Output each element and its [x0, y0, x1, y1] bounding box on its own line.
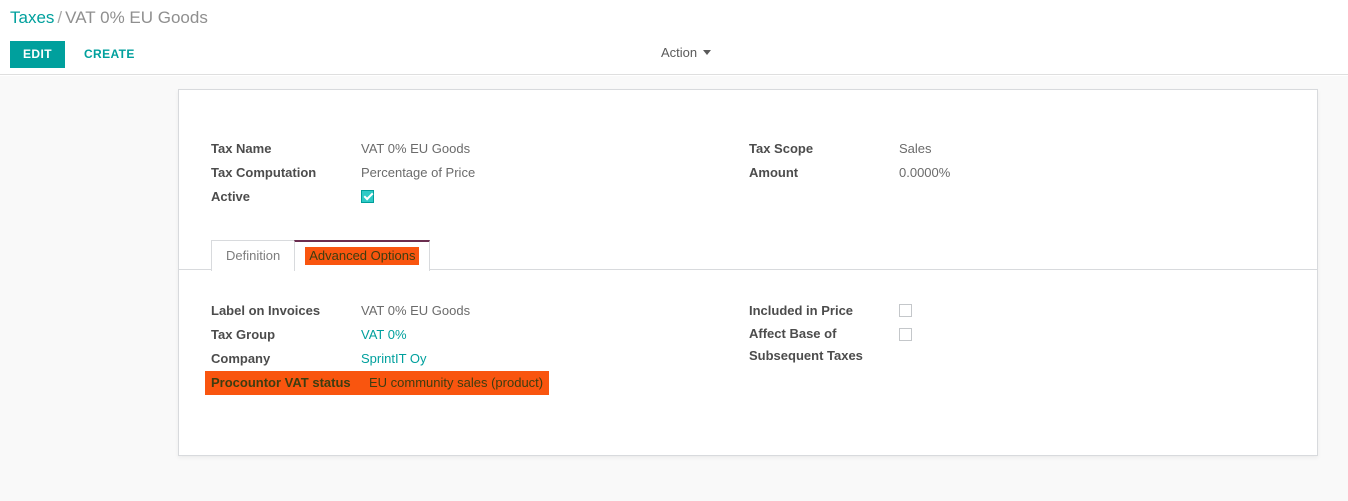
- field-tax-computation: Tax Computation Percentage of Price: [211, 161, 731, 185]
- field-label: Company: [211, 351, 271, 366]
- field-active: Active: [211, 185, 731, 209]
- field-tax-scope: Tax Scope Sales: [749, 137, 1269, 161]
- action-dropdown[interactable]: Action: [661, 45, 712, 60]
- field-label-on-invoices: Label on Invoices VAT 0% EU Goods: [211, 299, 731, 323]
- field-value: [899, 323, 912, 347]
- field-tax-group: Tax Group VAT 0%: [211, 323, 731, 347]
- control-panel: Taxes / VAT 0% EU Goods EDIT CREATE Action: [0, 0, 1348, 75]
- field-label: Amount: [749, 165, 799, 180]
- field-column-right: Tax Scope Sales Amount 0.0000%: [749, 137, 1269, 185]
- field-company: Company SprintIT Oy: [211, 347, 731, 371]
- field-label: Label on Invoices: [211, 303, 321, 318]
- field-affect-base-of-subsequent-taxes: Affect Base of Subsequent Taxes: [749, 323, 1269, 367]
- field-label: Procountor VAT status: [205, 371, 361, 395]
- breadcrumb-current: VAT 0% EU Goods: [65, 8, 208, 27]
- field-value[interactable]: Sales: [899, 137, 932, 161]
- field-label: Affect Base of Subsequent Taxes: [749, 326, 863, 363]
- active-checkbox[interactable]: [361, 190, 374, 203]
- field-label: Included in Price: [749, 303, 854, 318]
- notebook: Definition Advanced Options: [179, 240, 1317, 271]
- field-label: Tax Scope: [749, 141, 814, 156]
- field-column-right-advanced: Included in Price Affect Base of Subsequ…: [749, 299, 1269, 367]
- field-value[interactable]: VAT 0% EU Goods: [361, 299, 470, 323]
- tab-definition[interactable]: Definition: [211, 240, 296, 271]
- field-value[interactable]: VAT 0% EU Goods: [361, 137, 470, 161]
- highlight-gap: [361, 371, 369, 395]
- chevron-down-icon: [703, 50, 712, 55]
- field-value[interactable]: Percentage of Price: [361, 161, 475, 185]
- tab-strip: Definition Advanced Options: [211, 240, 431, 271]
- breadcrumb-separator: /: [57, 8, 63, 27]
- field-label: Active: [211, 189, 251, 204]
- create-button[interactable]: CREATE: [72, 41, 147, 68]
- field-label: Tax Name: [211, 141, 272, 156]
- field-included-in-price: Included in Price: [749, 299, 1269, 323]
- field-tax-name: Tax Name VAT 0% EU Goods: [211, 137, 731, 161]
- tab-advanced-options[interactable]: Advanced Options: [294, 240, 431, 271]
- action-dropdown-label: Action: [661, 45, 698, 60]
- field-value-link[interactable]: SprintIT Oy: [361, 347, 427, 371]
- field-column-left: Tax Name VAT 0% EU Goods Tax Computation…: [211, 137, 731, 209]
- field-value: [361, 185, 374, 209]
- affect-base-checkbox[interactable]: [899, 328, 912, 341]
- field-column-left-advanced: Label on Invoices VAT 0% EU Goods Tax Gr…: [205, 299, 731, 395]
- field-amount: Amount 0.0000%: [749, 161, 1269, 185]
- field-value[interactable]: EU community sales (product): [369, 371, 550, 395]
- field-value[interactable]: 0.0000%: [899, 161, 950, 185]
- record-sheet: Tax Name VAT 0% EU Goods Tax Computation…: [178, 89, 1318, 456]
- action-button-row: EDIT CREATE: [10, 41, 147, 68]
- field-procountor-vat-status: Procountor VAT status EU community sales…: [205, 371, 731, 395]
- breadcrumb-parent-link[interactable]: Taxes: [10, 8, 54, 27]
- field-value-link[interactable]: VAT 0%: [361, 323, 407, 347]
- field-label: Tax Group: [211, 327, 276, 342]
- included-in-price-checkbox[interactable]: [899, 304, 912, 317]
- field-value: [899, 299, 912, 323]
- tab-label: Advanced Options: [305, 247, 420, 265]
- field-label: Tax Computation: [211, 165, 317, 180]
- tab-label: Definition: [226, 248, 281, 263]
- breadcrumb: Taxes / VAT 0% EU Goods: [10, 5, 208, 31]
- edit-button[interactable]: EDIT: [10, 41, 65, 68]
